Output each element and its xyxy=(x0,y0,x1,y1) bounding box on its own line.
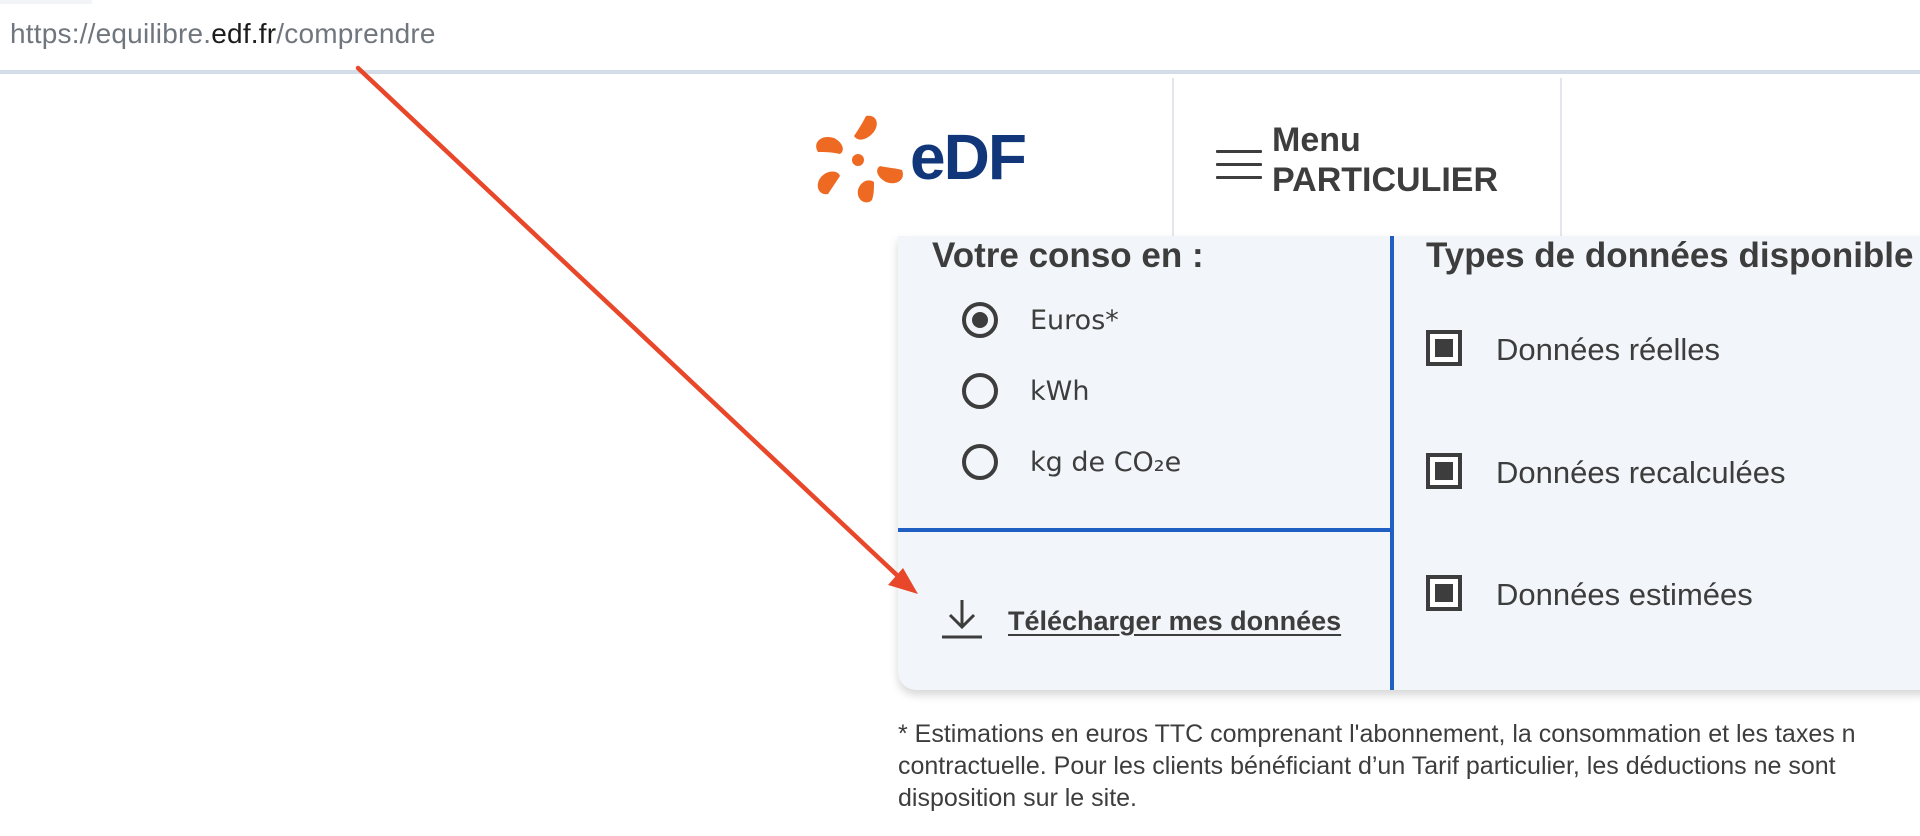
footnote-line: contractuelle. Pour les clients bénéfici… xyxy=(898,752,1836,780)
radio-unselected-icon xyxy=(962,373,998,409)
checkbox-label: Données réelles xyxy=(1496,332,1721,367)
footnote-line: * Estimations en euros TTC comprenant l'… xyxy=(898,720,1856,748)
consumption-options-panel: Votre conso en : Euros* kWh kg de CO₂e T… xyxy=(898,236,1920,690)
download-icon xyxy=(942,600,982,639)
footnote: * Estimations en euros TTC comprenant l'… xyxy=(898,718,1920,814)
menu-label: Menu xyxy=(1272,121,1361,159)
radio-kwh[interactable]: kWh xyxy=(962,367,1402,417)
section-divider xyxy=(898,528,1390,532)
radio-label: Euros* xyxy=(1030,305,1119,336)
edf-logo-text: eDF xyxy=(910,121,1027,193)
radio-co2[interactable]: kg de CO₂e xyxy=(962,438,1402,488)
header-divider xyxy=(1172,78,1174,236)
footnote-line: disposition sur le site. xyxy=(898,784,1138,812)
conso-unit-heading: Votre conso en : xyxy=(932,236,1204,275)
checkbox-label: Données recalculées xyxy=(1496,455,1786,490)
menu-button[interactable]: Menu PARTICULIER xyxy=(1212,120,1552,206)
checkbox-donnees-recalculees[interactable]: Données recalculées xyxy=(1426,449,1920,499)
browser-url-bar[interactable]: https://equilibre.edf.fr/comprendre xyxy=(0,0,1920,74)
checkbox-checked-icon xyxy=(1426,330,1462,366)
checkbox-label: Données estimées xyxy=(1496,577,1753,612)
url-domain: edf.fr xyxy=(211,18,277,49)
edf-logo[interactable]: eDF xyxy=(808,112,1027,208)
download-data-link[interactable]: Télécharger mes données xyxy=(940,596,1360,644)
radio-label: kg de CO₂e xyxy=(1030,447,1182,478)
url-path: /comprendre xyxy=(276,18,436,49)
url-text[interactable]: https://equilibre.edf.fr/comprendre xyxy=(10,18,436,50)
menu-sublabel: PARTICULIER xyxy=(1272,161,1499,199)
url-scheme: https://equilibre. xyxy=(10,18,212,49)
radio-label: kWh xyxy=(1030,376,1090,407)
checkbox-donnees-reelles[interactable]: Données réelles xyxy=(1426,326,1920,376)
radio-unselected-icon xyxy=(962,444,998,480)
header-divider xyxy=(1560,78,1562,236)
checkbox-checked-icon xyxy=(1426,453,1462,489)
download-label: Télécharger mes données xyxy=(1008,606,1342,636)
checkbox-donnees-estimees[interactable]: Données estimées xyxy=(1426,571,1920,621)
radio-euros[interactable]: Euros* xyxy=(962,296,1402,346)
edf-flower-icon xyxy=(816,115,903,203)
tab-edge xyxy=(0,0,92,4)
checkbox-checked-icon xyxy=(1426,575,1462,611)
radio-selected-icon xyxy=(962,302,998,338)
hamburger-menu-icon xyxy=(1216,150,1262,180)
data-types-heading: Types de données disponible xyxy=(1426,236,1914,275)
